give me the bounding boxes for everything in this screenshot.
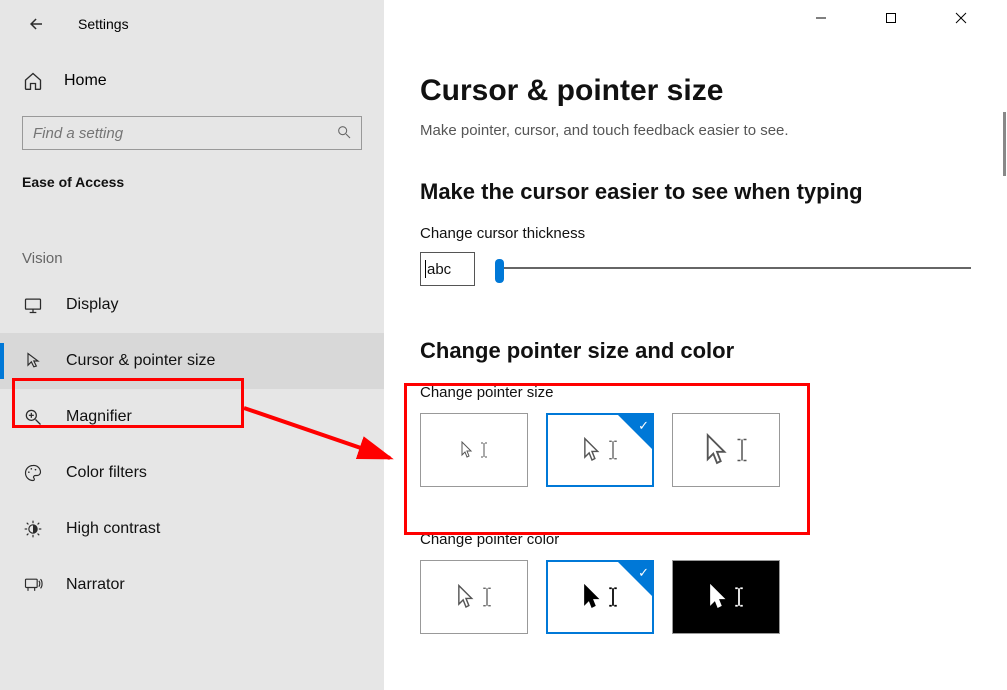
cursor-arrow-icon: [456, 584, 476, 610]
magnifier-icon: [22, 406, 44, 428]
thickness-slider[interactable]: [495, 257, 971, 281]
window-controls: [799, 4, 1007, 32]
cursor-arrow-icon: [708, 584, 728, 610]
text-caret-icon: [734, 584, 744, 610]
sidebar-item-narrator[interactable]: Narrator: [0, 557, 384, 613]
close-button[interactable]: [939, 4, 983, 32]
section-typing-heading: Make the cursor easier to see when typin…: [420, 179, 971, 205]
thickness-label: Change cursor thickness: [420, 225, 971, 242]
sidebar-item-label: Magnifier: [66, 408, 132, 426]
palette-icon: [22, 462, 44, 484]
cursor-arrow-icon: [704, 433, 730, 467]
cursor-arrow-icon: [460, 441, 474, 459]
pointer-size-options: ✓: [420, 413, 971, 487]
search-icon: [336, 124, 352, 145]
pointer-color-white[interactable]: [420, 560, 528, 634]
sidebar: Settings Home Ease of Access Vision Disp…: [0, 0, 384, 690]
cursor-icon: [22, 350, 44, 372]
contrast-icon: [22, 518, 44, 540]
narrator-icon: [22, 574, 44, 596]
section-title: Ease of Access: [22, 174, 362, 190]
home-icon: [22, 70, 44, 92]
page-subtitle: Make pointer, cursor, and touch feedback…: [420, 122, 971, 139]
sidebar-item-cursor-pointer[interactable]: Cursor & pointer size: [0, 333, 384, 389]
sidebar-item-label: Narrator: [66, 576, 125, 594]
sidebar-item-magnifier[interactable]: Magnifier: [0, 389, 384, 445]
back-arrow-icon: [27, 15, 45, 33]
sidebar-item-label: Color filters: [66, 464, 147, 482]
pointer-size-label: Change pointer size: [420, 384, 971, 401]
group-title: Vision: [22, 250, 362, 267]
scrollbar[interactable]: [1003, 112, 1006, 176]
pointer-color-invert[interactable]: [672, 560, 780, 634]
window-title: Settings: [78, 16, 129, 32]
cursor-arrow-icon: [582, 437, 602, 463]
pointer-size-large[interactable]: [672, 413, 780, 487]
home-label: Home: [64, 72, 107, 90]
main-content: Cursor & pointer size Make pointer, curs…: [384, 0, 1007, 690]
text-caret-icon: [608, 437, 618, 463]
check-icon: ✓: [638, 565, 649, 581]
text-caret-icon: [608, 584, 618, 610]
sidebar-item-label: Cursor & pointer size: [66, 352, 215, 370]
pointer-color-options: ✓: [420, 560, 971, 634]
sidebar-item-high-contrast[interactable]: High contrast: [0, 501, 384, 557]
home-nav[interactable]: Home: [0, 48, 384, 110]
sidebar-item-color-filters[interactable]: Color filters: [0, 445, 384, 501]
minimize-button[interactable]: [799, 4, 843, 32]
pointer-color-black[interactable]: ✓: [546, 560, 654, 634]
pointer-size-small[interactable]: [420, 413, 528, 487]
text-caret-icon: [482, 584, 492, 610]
page-title: Cursor & pointer size: [420, 74, 971, 108]
sidebar-item-display[interactable]: Display: [0, 277, 384, 333]
section-sizecolor-heading: Change pointer size and color: [420, 338, 971, 364]
abc-sample: abc: [427, 261, 451, 278]
text-caret-icon: [736, 433, 748, 467]
maximize-button[interactable]: [869, 4, 913, 32]
thickness-row: abc: [420, 252, 971, 286]
thickness-preview: abc: [420, 252, 475, 286]
pointer-size-medium[interactable]: ✓: [546, 413, 654, 487]
slider-thumb[interactable]: [495, 259, 504, 283]
search-input[interactable]: [22, 116, 362, 150]
sidebar-item-label: High contrast: [66, 520, 160, 538]
display-icon: [22, 294, 44, 316]
back-button[interactable]: [24, 12, 48, 36]
check-icon: ✓: [638, 418, 649, 434]
search-container: [22, 116, 362, 150]
pointer-color-label: Change pointer color: [420, 531, 971, 548]
cursor-arrow-icon: [582, 584, 602, 610]
sidebar-item-label: Display: [66, 296, 118, 314]
text-caret-icon: [480, 441, 488, 459]
titlebar: Settings: [0, 0, 384, 48]
